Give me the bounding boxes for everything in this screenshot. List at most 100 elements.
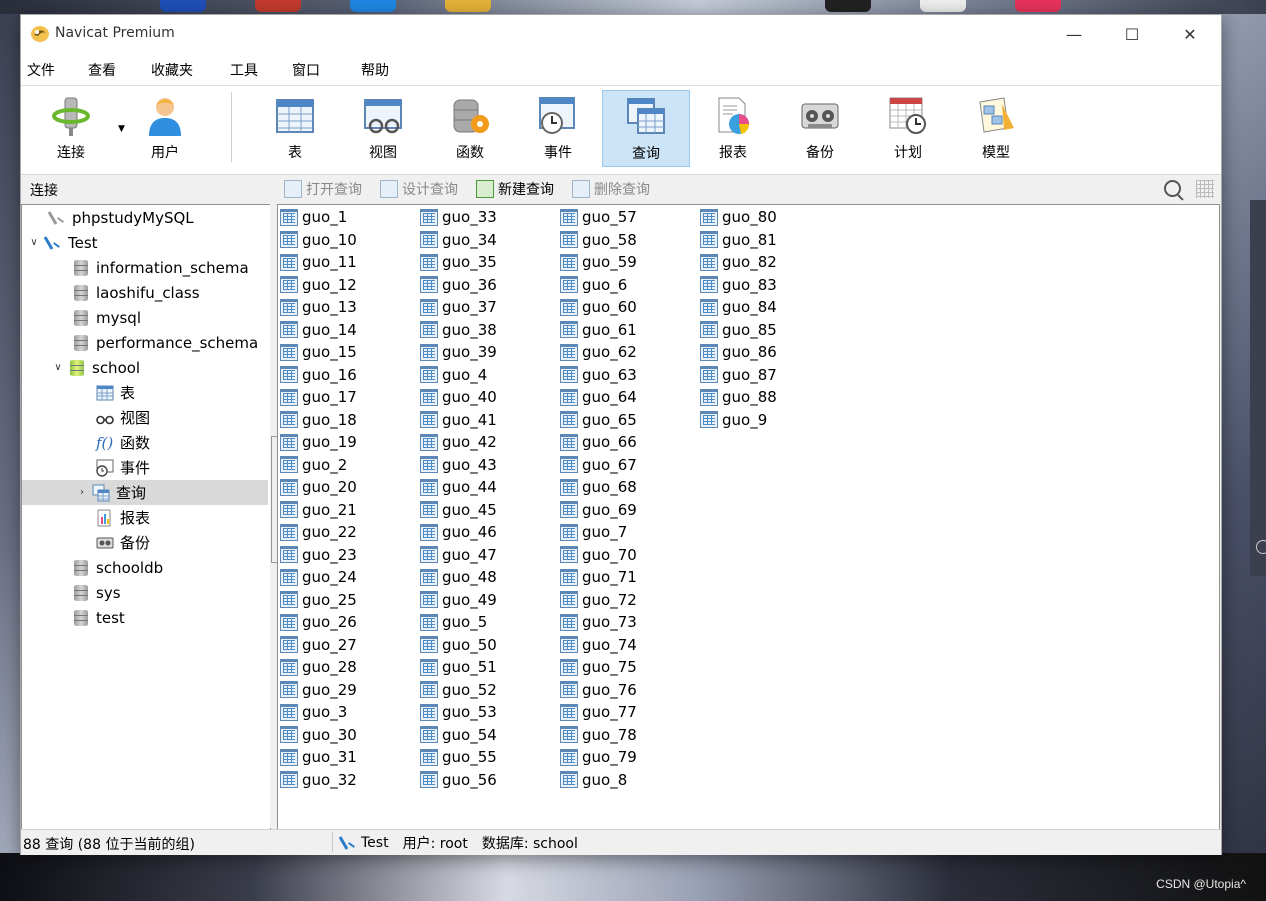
query-item[interactable]: guo_16 [280,364,357,386]
query-item[interactable]: guo_68 [560,476,637,498]
menu-help[interactable]: 帮助 [361,60,389,80]
table-button[interactable]: 表 [252,90,338,165]
query-item[interactable]: guo_15 [280,341,357,363]
tree-item-views[interactable]: 视图 [22,405,268,430]
query-item[interactable]: guo_23 [280,544,357,566]
query-item[interactable]: guo_11 [280,251,357,273]
panel-splitter[interactable] [270,204,278,828]
menu-tools[interactable]: 工具 [230,60,258,80]
query-item[interactable]: guo_14 [280,319,357,341]
query-item[interactable]: guo_84 [700,296,777,318]
query-item[interactable]: guo_67 [560,454,637,476]
query-item[interactable]: guo_20 [280,476,357,498]
tree-item-events[interactable]: 事件 [22,455,268,480]
grid-view-icon[interactable] [1196,180,1214,198]
query-item[interactable]: guo_60 [560,296,637,318]
search-icon[interactable] [1164,180,1181,197]
desktop-icon-1[interactable] [160,0,206,12]
query-item[interactable]: guo_1 [280,206,347,228]
query-item[interactable]: guo_49 [420,589,497,611]
query-item[interactable]: guo_53 [420,701,497,723]
query-item[interactable]: guo_40 [420,386,497,408]
query-item[interactable]: guo_7 [560,521,627,543]
open-query-button[interactable]: 打开查询 [284,179,362,199]
query-item[interactable]: guo_65 [560,409,637,431]
query-item[interactable]: guo_39 [420,341,497,363]
query-item[interactable]: guo_30 [280,724,357,746]
query-item[interactable]: guo_25 [280,589,357,611]
chevron-down-icon[interactable]: ∨ [52,362,64,373]
menu-file[interactable]: 文件 [27,60,55,80]
tree-item-test-connection[interactable]: ∨ Test [22,230,268,255]
query-item[interactable]: guo_3 [280,701,347,723]
query-item[interactable]: guo_52 [420,679,497,701]
desktop-icon-7[interactable] [1015,0,1061,12]
query-item[interactable]: guo_77 [560,701,637,723]
chevron-down-icon[interactable]: ∨ [28,237,40,248]
query-item[interactable]: guo_83 [700,274,777,296]
query-item[interactable]: guo_24 [280,566,357,588]
query-item[interactable]: guo_88 [700,386,777,408]
query-item[interactable]: guo_42 [420,431,497,453]
tree-item-phpstudymysql[interactable]: phpstudyMySQL [22,205,268,230]
query-item[interactable]: guo_74 [560,634,637,656]
connection-button[interactable]: 连接 ▼ [28,90,125,165]
query-item[interactable]: guo_85 [700,319,777,341]
query-item[interactable]: guo_70 [560,544,637,566]
tree-item-reports[interactable]: 报表 [22,505,268,530]
query-item[interactable]: guo_43 [420,454,497,476]
query-item[interactable]: guo_32 [280,769,357,791]
query-item[interactable]: guo_29 [280,679,357,701]
title-bar[interactable]: Navicat Premium — ☐ ✕ [21,15,1221,53]
schedule-button[interactable]: 计划 [865,90,951,165]
query-item[interactable]: guo_26 [280,611,357,633]
model-button[interactable]: 模型 [953,90,1039,165]
query-item[interactable]: guo_13 [280,296,357,318]
tree-item-information-schema[interactable]: information_schema [22,255,268,280]
query-item[interactable]: guo_19 [280,431,357,453]
query-item[interactable]: guo_57 [560,206,637,228]
menu-window[interactable]: 窗口 [292,60,320,80]
query-item[interactable]: guo_73 [560,611,637,633]
query-item[interactable]: guo_75 [560,656,637,678]
report-button[interactable]: 报表 [690,90,776,165]
user-button[interactable]: 用户 [122,90,208,165]
tree-item-mysql[interactable]: mysql [22,305,268,330]
view-button[interactable]: 视图 [340,90,426,165]
new-query-button[interactable]: 新建查询 [476,179,554,199]
tree-item-performance-schema[interactable]: performance_schema [22,330,268,355]
query-item[interactable]: guo_17 [280,386,357,408]
query-item[interactable]: guo_10 [280,229,357,251]
connection-tree[interactable]: phpstudyMySQL ∨ Test information_schema … [21,204,271,830]
tree-item-sys[interactable]: sys [22,580,268,605]
delete-query-button[interactable]: 删除查询 [572,179,650,199]
desktop-icon-4[interactable] [445,0,491,12]
tree-item-functions[interactable]: f() 函数 [22,430,268,455]
query-item[interactable]: guo_87 [700,364,777,386]
event-button[interactable]: 事件 [515,90,601,165]
desktop-icon-3[interactable] [350,0,396,12]
query-item[interactable]: guo_28 [280,656,357,678]
query-item[interactable]: guo_64 [560,386,637,408]
query-item[interactable]: guo_6 [560,274,627,296]
query-item[interactable]: guo_4 [420,364,487,386]
function-button[interactable]: 函数 [427,90,513,165]
query-item[interactable]: guo_37 [420,296,497,318]
tree-item-backups[interactable]: 备份 [22,530,268,555]
query-item[interactable]: guo_27 [280,634,357,656]
backup-button[interactable]: 备份 [777,90,863,165]
tree-item-schooldb[interactable]: schooldb [22,555,268,580]
query-button[interactable]: 查询 [602,90,690,167]
maximize-button[interactable]: ☐ [1103,15,1161,53]
query-item[interactable]: guo_58 [560,229,637,251]
query-item[interactable]: guo_56 [420,769,497,791]
tree-item-laoshifu-class[interactable]: laoshifu_class [22,280,268,305]
query-item[interactable]: guo_61 [560,319,637,341]
query-item[interactable]: guo_21 [280,499,357,521]
desktop-icon-5[interactable] [825,0,871,12]
query-item[interactable]: guo_9 [700,409,767,431]
query-item[interactable]: guo_2 [280,454,347,476]
query-item[interactable]: guo_12 [280,274,357,296]
tree-item-tables[interactable]: 表 [22,380,268,405]
query-item[interactable]: guo_62 [560,341,637,363]
